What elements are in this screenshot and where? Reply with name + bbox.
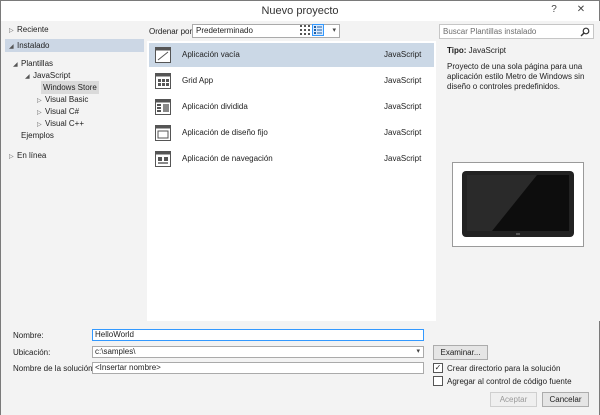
split-app-icon [155, 99, 171, 115]
expand-arrow-icon[interactable]: ▷ [9, 25, 17, 38]
dialog-title: Nuevo proyecto [261, 5, 339, 17]
tree-item-label: Visual Basic [45, 95, 89, 104]
template-name: Aplicación dividida [182, 102, 248, 111]
create-directory-checkbox[interactable]: ✓ [433, 363, 443, 373]
title-bar: Nuevo proyecto ? ✕ [1, 1, 599, 21]
tablet-preview-image [452, 162, 584, 247]
project-name-field[interactable]: HelloWorld [92, 329, 424, 341]
type-value: JavaScript [468, 46, 506, 55]
list-view-icon[interactable] [312, 24, 324, 36]
navigation-app-icon [155, 151, 171, 167]
tree-item-ejemplos[interactable]: Ejemplos [21, 129, 54, 142]
search-icon[interactable] [580, 27, 590, 37]
chevron-down-icon: ▾ [332, 27, 336, 34]
template-name: Aplicación vacía [182, 50, 240, 59]
tree-item-label: Visual C# [45, 107, 80, 116]
template-item-blank-app[interactable]: Aplicación vacía JavaScript [149, 43, 434, 67]
template-item-fixed-layout-app[interactable]: Aplicación de diseño fijo JavaScript [149, 121, 434, 145]
grid-view-icon[interactable] [299, 24, 311, 36]
tree-item-label: Visual C++ [45, 119, 84, 128]
template-name: Aplicación de diseño fijo [182, 128, 268, 137]
create-directory-label: Crear directorio para la solución [447, 364, 561, 373]
type-label: Tipo: [447, 46, 467, 55]
search-placeholder: Buscar Plantillas instalado [443, 27, 537, 36]
template-item-grid-app[interactable]: Grid App JavaScript [149, 69, 434, 93]
solution-name-label: Nombre de la solución: [13, 364, 95, 373]
template-language: JavaScript [384, 128, 422, 137]
template-name: Aplicación de navegación [182, 154, 273, 163]
close-button[interactable]: ✕ [570, 1, 592, 19]
grid-app-icon [155, 73, 171, 89]
location-label: Ubicación: [13, 348, 51, 357]
template-tree: ▷ Reciente ◢ Instalado ◢ Plantillas ◢ JavaSc… [5, 21, 146, 321]
template-item-navigation-app[interactable]: Aplicación de navegación JavaScript [149, 147, 434, 171]
template-language: JavaScript [384, 102, 422, 111]
tree-item-en-linea[interactable]: ▷ En línea [9, 149, 46, 162]
browse-button[interactable]: Examinar... [433, 345, 488, 360]
name-label: Nombre: [13, 331, 44, 340]
project-name-value: HelloWorld [95, 330, 134, 339]
tree-item-label: Ejemplos [21, 131, 54, 140]
tree-item-label: Instalado [17, 41, 50, 50]
chevron-down-icon[interactable]: ▾ [416, 347, 420, 357]
source-control-checkbox[interactable] [433, 376, 443, 386]
template-language: JavaScript [384, 50, 422, 59]
solution-name-field[interactable]: <Insertar nombre> [92, 362, 424, 374]
collapse-arrow-icon[interactable]: ◢ [25, 71, 33, 84]
tree-item-label: Reciente [17, 25, 49, 34]
template-list: Aplicación vacía JavaScript Grid App Jav… [147, 41, 436, 321]
tree-item-instalado[interactable]: ◢ Instalado [5, 39, 144, 52]
template-name: Grid App [182, 76, 214, 85]
fixed-layout-app-icon [155, 125, 171, 141]
template-description: Proyecto de una sola página para una apl… [447, 62, 585, 91]
blank-app-icon [155, 47, 171, 63]
tree-item-label: Plantillas [21, 59, 54, 68]
template-item-split-app[interactable]: Aplicación dividida JavaScript [149, 95, 434, 119]
location-value: c:\samples\ [95, 347, 136, 356]
accept-button[interactable]: Aceptar [490, 392, 537, 407]
checkmark-icon: ✓ [434, 363, 442, 372]
details-pane: Buscar Plantillas instalado Tipo: JavaSc… [437, 21, 600, 321]
cancel-button[interactable]: Cancelar [542, 392, 589, 407]
tree-item-label: JavaScript [33, 71, 71, 80]
template-type: Tipo: JavaScript [447, 46, 506, 55]
search-input[interactable]: Buscar Plantillas instalado [439, 24, 594, 39]
collapse-arrow-icon[interactable]: ◢ [13, 59, 21, 72]
location-field[interactable]: c:\samples\ ▾ [92, 346, 424, 358]
sort-toolbar: Ordenar por: Predeterminado ▾ [147, 21, 435, 41]
sort-value: Predeterminado [196, 26, 253, 35]
project-form: Nombre: HelloWorld Ubicación: c:\samples… [1, 321, 599, 415]
solution-name-value: <Insertar nombre> [95, 363, 161, 372]
tree-item-label: Windows Store [43, 83, 97, 92]
template-language: JavaScript [384, 76, 422, 85]
tree-item-label: En línea [17, 151, 47, 160]
new-project-dialog: Nuevo proyecto ? ✕ ▷ Reciente ◢ Instalado … [0, 0, 600, 415]
expand-arrow-icon[interactable]: ▷ [9, 151, 17, 164]
tree-item-reciente[interactable]: ▷ Reciente [9, 23, 146, 36]
collapse-arrow-icon[interactable]: ◢ [9, 41, 17, 54]
sort-label: Ordenar por: [149, 27, 195, 36]
source-control-label: Agregar al control de código fuente [447, 377, 572, 386]
help-button[interactable]: ? [543, 1, 565, 19]
template-language: JavaScript [384, 154, 422, 163]
